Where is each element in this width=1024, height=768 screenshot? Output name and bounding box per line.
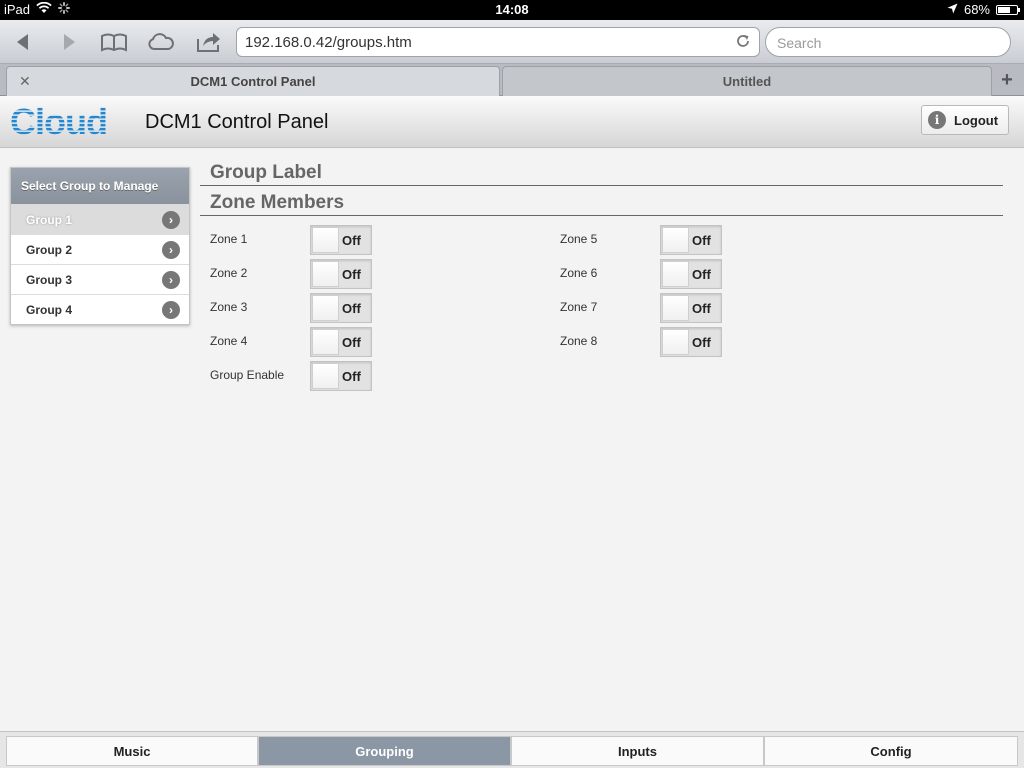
group-enable-toggle[interactable]: Off	[310, 361, 372, 391]
address-bar[interactable]: 192.168.0.42/groups.htm	[236, 27, 760, 57]
toggle-knob	[312, 329, 339, 355]
tab-title: DCM1 Control Panel	[190, 74, 316, 89]
zone-1-label: Zone 1	[210, 232, 248, 246]
zone-members-heading: Zone Members	[210, 192, 345, 213]
zone-5-toggle[interactable]: Off	[660, 225, 722, 255]
zone-4-label: Zone 4	[210, 334, 248, 348]
reload-icon[interactable]	[735, 33, 751, 54]
tab-title: Untitled	[722, 74, 772, 89]
chevron-right-icon: ›	[162, 211, 180, 229]
icloud-tabs-button[interactable]	[146, 28, 176, 56]
chevron-right-icon: ›	[162, 301, 180, 319]
location-arrow-icon	[947, 2, 958, 17]
cloud-logo: Cloud	[10, 101, 126, 142]
toggle-knob	[662, 261, 689, 287]
bookmarks-button[interactable]	[99, 28, 129, 56]
back-arrow-icon	[17, 34, 28, 50]
forward-arrow-icon	[64, 34, 75, 50]
zone-4-toggle[interactable]: Off	[310, 327, 372, 357]
toggle-state: Off	[692, 267, 711, 282]
info-icon: i	[928, 111, 946, 129]
chevron-right-icon: ›	[162, 241, 180, 259]
sidebar-item-group-4[interactable]: Group 4 ›	[11, 294, 189, 324]
toggle-state: Off	[342, 267, 361, 282]
chevron-right-icon: ›	[162, 271, 180, 289]
battery-fill	[998, 6, 1011, 13]
nav-tab-music[interactable]: Music	[6, 736, 258, 766]
search-placeholder: Search	[777, 35, 822, 51]
book-icon	[101, 33, 127, 52]
share-icon	[197, 33, 220, 52]
sidebar-item-label: Group 3	[26, 273, 73, 287]
forward-button[interactable]	[54, 28, 84, 56]
sidebar-item-group-1[interactable]: Group 1 ›	[11, 204, 189, 234]
zone-2-label: Zone 2	[210, 266, 248, 280]
sidebar-heading: Select Group to Manage	[11, 168, 189, 204]
toggle-knob	[662, 295, 689, 321]
zone-5-label: Zone 5	[560, 232, 598, 246]
share-button[interactable]	[194, 28, 224, 56]
zone-7-label: Zone 7	[560, 300, 598, 314]
zone-6-toggle[interactable]: Off	[660, 259, 722, 289]
toggle-knob	[312, 227, 339, 253]
sidebar-item-label: Group 2	[26, 243, 73, 257]
browser-tab-bar: ✕ DCM1 Control Panel Untitled +	[0, 64, 1024, 96]
zone-6-label: Zone 6	[560, 266, 598, 280]
cloud-icon	[148, 33, 174, 50]
toggle-state: Off	[342, 335, 361, 350]
logout-button[interactable]: i Logout	[921, 105, 1009, 135]
close-tab-icon[interactable]: ✕	[19, 73, 31, 90]
sidebar-item-group-2[interactable]: Group 2 ›	[11, 234, 189, 264]
zone-8-label: Zone 8	[560, 334, 598, 348]
toggle-state: Off	[342, 233, 361, 248]
zone-3-toggle[interactable]: Off	[310, 293, 372, 323]
toggle-knob	[312, 363, 339, 389]
group-label-heading: Group Label	[210, 162, 322, 183]
battery-icon	[996, 4, 1020, 15]
url-text: 192.168.0.42/groups.htm	[245, 34, 412, 51]
zone-1-toggle[interactable]: Off	[310, 225, 372, 255]
toggle-knob	[312, 295, 339, 321]
app-header: Cloud DCM1 Control Panel i Logout	[0, 96, 1024, 148]
bottom-nav: Music Grouping Inputs Config	[0, 731, 1024, 768]
browser-tab-dcm1[interactable]: ✕ DCM1 Control Panel	[6, 66, 500, 96]
browser-toolbar: 192.168.0.42/groups.htm Search	[0, 20, 1024, 64]
nav-tab-inputs[interactable]: Inputs	[511, 736, 764, 766]
new-tab-plus-icon[interactable]: +	[994, 68, 1020, 94]
page-title: DCM1 Control Panel	[145, 111, 329, 133]
toggle-state: Off	[342, 369, 361, 384]
toggle-knob	[312, 261, 339, 287]
divider	[200, 215, 1003, 216]
sidebar-item-group-3[interactable]: Group 3 ›	[11, 264, 189, 294]
toggle-state: Off	[692, 301, 711, 316]
divider	[200, 185, 1003, 186]
zone-3-label: Zone 3	[210, 300, 248, 314]
toggle-knob	[662, 329, 689, 355]
sidebar-item-label: Group 4	[26, 303, 73, 317]
browser-tab-untitled[interactable]: Untitled	[502, 66, 992, 96]
toggle-state: Off	[342, 301, 361, 316]
clock: 14:08	[495, 2, 529, 17]
sidebar-item-label: Group 1	[26, 213, 73, 227]
status-bar: iPad 14:08 68%	[0, 0, 1024, 20]
toggle-state: Off	[692, 233, 711, 248]
nav-tab-config[interactable]: Config	[764, 736, 1018, 766]
group-enable-label: Group Enable	[210, 368, 285, 382]
back-button[interactable]	[8, 28, 38, 56]
battery-percent: 68%	[963, 2, 990, 17]
nav-tab-grouping[interactable]: Grouping	[258, 736, 511, 766]
logo-text: Cloud	[10, 104, 107, 140]
zone-2-toggle[interactable]: Off	[310, 259, 372, 289]
zone-7-toggle[interactable]: Off	[660, 293, 722, 323]
toggle-knob	[662, 227, 689, 253]
logout-label: Logout	[954, 112, 999, 128]
zone-8-toggle[interactable]: Off	[660, 327, 722, 357]
search-field[interactable]: Search	[765, 27, 1011, 57]
group-selector: Select Group to Manage Group 1 › Group 2…	[10, 167, 190, 325]
toggle-state: Off	[692, 335, 711, 350]
